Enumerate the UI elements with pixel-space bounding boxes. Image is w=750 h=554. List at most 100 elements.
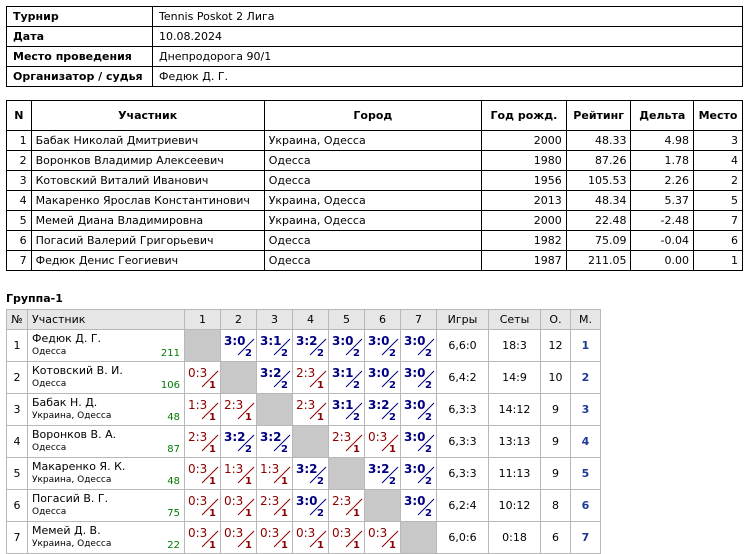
participant-cell: Воронков Владимир Алексеевич <box>30 150 265 171</box>
participant-cell: 1987 <box>481 250 567 271</box>
match-points: 1 <box>281 476 288 487</box>
participant-cell: 48.34 <box>565 190 632 211</box>
match-score: 3:0 <box>368 334 390 348</box>
match-result: 3:1 2 <box>256 329 293 362</box>
match-score: 3:0 <box>404 366 426 380</box>
group-column-header: Сеты <box>488 309 541 330</box>
points: 6 <box>540 521 571 554</box>
group-player: Котовский В. И. Одесса 106 <box>27 361 185 394</box>
participant-cell: 2000 <box>481 210 567 231</box>
match-result: 0:3 1 <box>364 425 401 458</box>
points: 9 <box>540 425 571 458</box>
match-points: 2 <box>425 380 432 391</box>
participant-cell: 1982 <box>481 230 567 251</box>
points: 12 <box>540 329 571 362</box>
info-label: Место проведения <box>6 46 153 67</box>
match-points: 2 <box>389 348 396 359</box>
player-name: Мемей Д. В. <box>32 524 101 537</box>
match-score: 0:3 <box>188 526 208 540</box>
match-result: 0:3 1 <box>364 521 401 554</box>
games: 6,3:3 <box>436 393 489 426</box>
player-rating: 22 <box>167 540 180 551</box>
match-result: 3:1 2 <box>328 393 365 426</box>
participant-cell: 3 <box>693 130 743 151</box>
group-row: 7 Мемей Д. В. Украина, Одесса 22 0:3 1 0:3 1 0:3… <box>6 521 601 554</box>
match-result: 1:3 1 <box>220 457 257 490</box>
tournament-info-table: Турнир Tennis Poskot 2 Лига Дата 10.08.2024… <box>6 6 743 87</box>
group-row-number: 7 <box>6 521 28 554</box>
match-result: 2:3 1 <box>328 425 365 458</box>
participant-cell: Одесса <box>263 250 483 271</box>
participant-cell: -2.48 <box>630 210 695 231</box>
participants-table: N Участник Город Год рожд. Рейтинг Дельта Мест… <box>6 100 743 271</box>
participant-cell: Одесса <box>263 150 483 171</box>
participant-row: 3 Котовский Виталий Иванович Одесса 1956 105… <box>6 170 743 191</box>
participant-row: 7 Федюк Денис Геогиевич Одесса 1987 211.05 0.… <box>6 250 743 271</box>
participant-cell: 87.26 <box>565 150 632 171</box>
group-row: 3 Бабак Н. Д. Украина, Одесса 48 1:3 1 2:3 1 2:3… <box>6 393 601 426</box>
match-result: 3:0 2 <box>400 361 437 394</box>
match-result: 3:0 2 <box>400 329 437 362</box>
match-result: 3:2 2 <box>292 329 329 362</box>
diagonal-cell <box>364 489 401 522</box>
match-result: 3:0 2 <box>400 489 437 522</box>
match-points: 2 <box>317 508 324 519</box>
match-points: 1 <box>245 476 252 487</box>
match-result: 0:3 1 <box>220 489 257 522</box>
group-column-header: 4 <box>292 309 329 330</box>
match-result: 3:2 2 <box>292 457 329 490</box>
match-score: 0:3 <box>188 462 208 476</box>
info-row: Дата 10.08.2024 <box>6 26 743 47</box>
match-result: 3:0 2 <box>364 329 401 362</box>
match-result: 3:0 2 <box>400 393 437 426</box>
diagonal-cell <box>256 393 293 426</box>
games: 6,3:3 <box>436 425 489 458</box>
group-column-header: Игры <box>436 309 489 330</box>
match-score: 3:2 <box>368 462 390 476</box>
group-row-number: 2 <box>6 361 28 394</box>
group-place: 2 <box>570 361 601 394</box>
info-row: Организатор / судья Федюк Д. Г. <box>6 66 743 87</box>
match-points: 2 <box>281 380 288 391</box>
player-city: Одесса <box>32 443 67 453</box>
participant-cell: 6 <box>693 230 743 251</box>
info-value: Днепродорога 90/1 <box>152 46 743 67</box>
participant-row: 4 Макаренко Ярослав Константинович Украина… <box>6 190 743 211</box>
sets: 13:13 <box>488 425 541 458</box>
sets: 14:12 <box>488 393 541 426</box>
match-points: 2 <box>425 508 432 519</box>
player-city: Украина, Одесса <box>32 475 112 485</box>
participant-cell: Украина, Одесса <box>263 190 483 211</box>
match-points: 1 <box>245 540 252 551</box>
column-header: Город <box>263 100 483 131</box>
group-place: 7 <box>570 521 601 554</box>
group-place: 3 <box>570 393 601 426</box>
participant-cell: Макаренко Ярослав Константинович <box>30 190 265 211</box>
diagonal-cell <box>328 457 365 490</box>
group-player: Мемей Д. В. Украина, Одесса 22 <box>27 521 185 554</box>
match-points: 1 <box>209 412 216 423</box>
participant-cell: 5 <box>6 210 32 231</box>
group-row-number: 4 <box>6 425 28 458</box>
player-rating: 75 <box>167 508 180 519</box>
match-result: 1:3 1 <box>256 457 293 490</box>
participant-cell: 5.37 <box>630 190 695 211</box>
match-score: 3:0 <box>368 366 390 380</box>
match-result: 2:3 1 <box>292 393 329 426</box>
group-column-header: Участник <box>27 309 185 330</box>
participant-cell: 0.00 <box>630 250 695 271</box>
group-place: 6 <box>570 489 601 522</box>
group-player: Погасий В. Г. Одесса 75 <box>27 489 185 522</box>
group-column-header: 2 <box>220 309 257 330</box>
diagonal-cell <box>184 329 221 362</box>
participant-cell: Украина, Одесса <box>263 130 483 151</box>
sets: 14:9 <box>488 361 541 394</box>
match-points: 2 <box>281 444 288 455</box>
games: 6,4:2 <box>436 361 489 394</box>
participant-cell: 4 <box>6 190 32 211</box>
match-score: 0:3 <box>188 494 208 508</box>
participant-cell: 75.09 <box>565 230 632 251</box>
info-row: Турнир Tennis Poskot 2 Лига <box>6 6 743 27</box>
participant-cell: 211.05 <box>565 250 632 271</box>
player-rating: 48 <box>167 412 180 423</box>
